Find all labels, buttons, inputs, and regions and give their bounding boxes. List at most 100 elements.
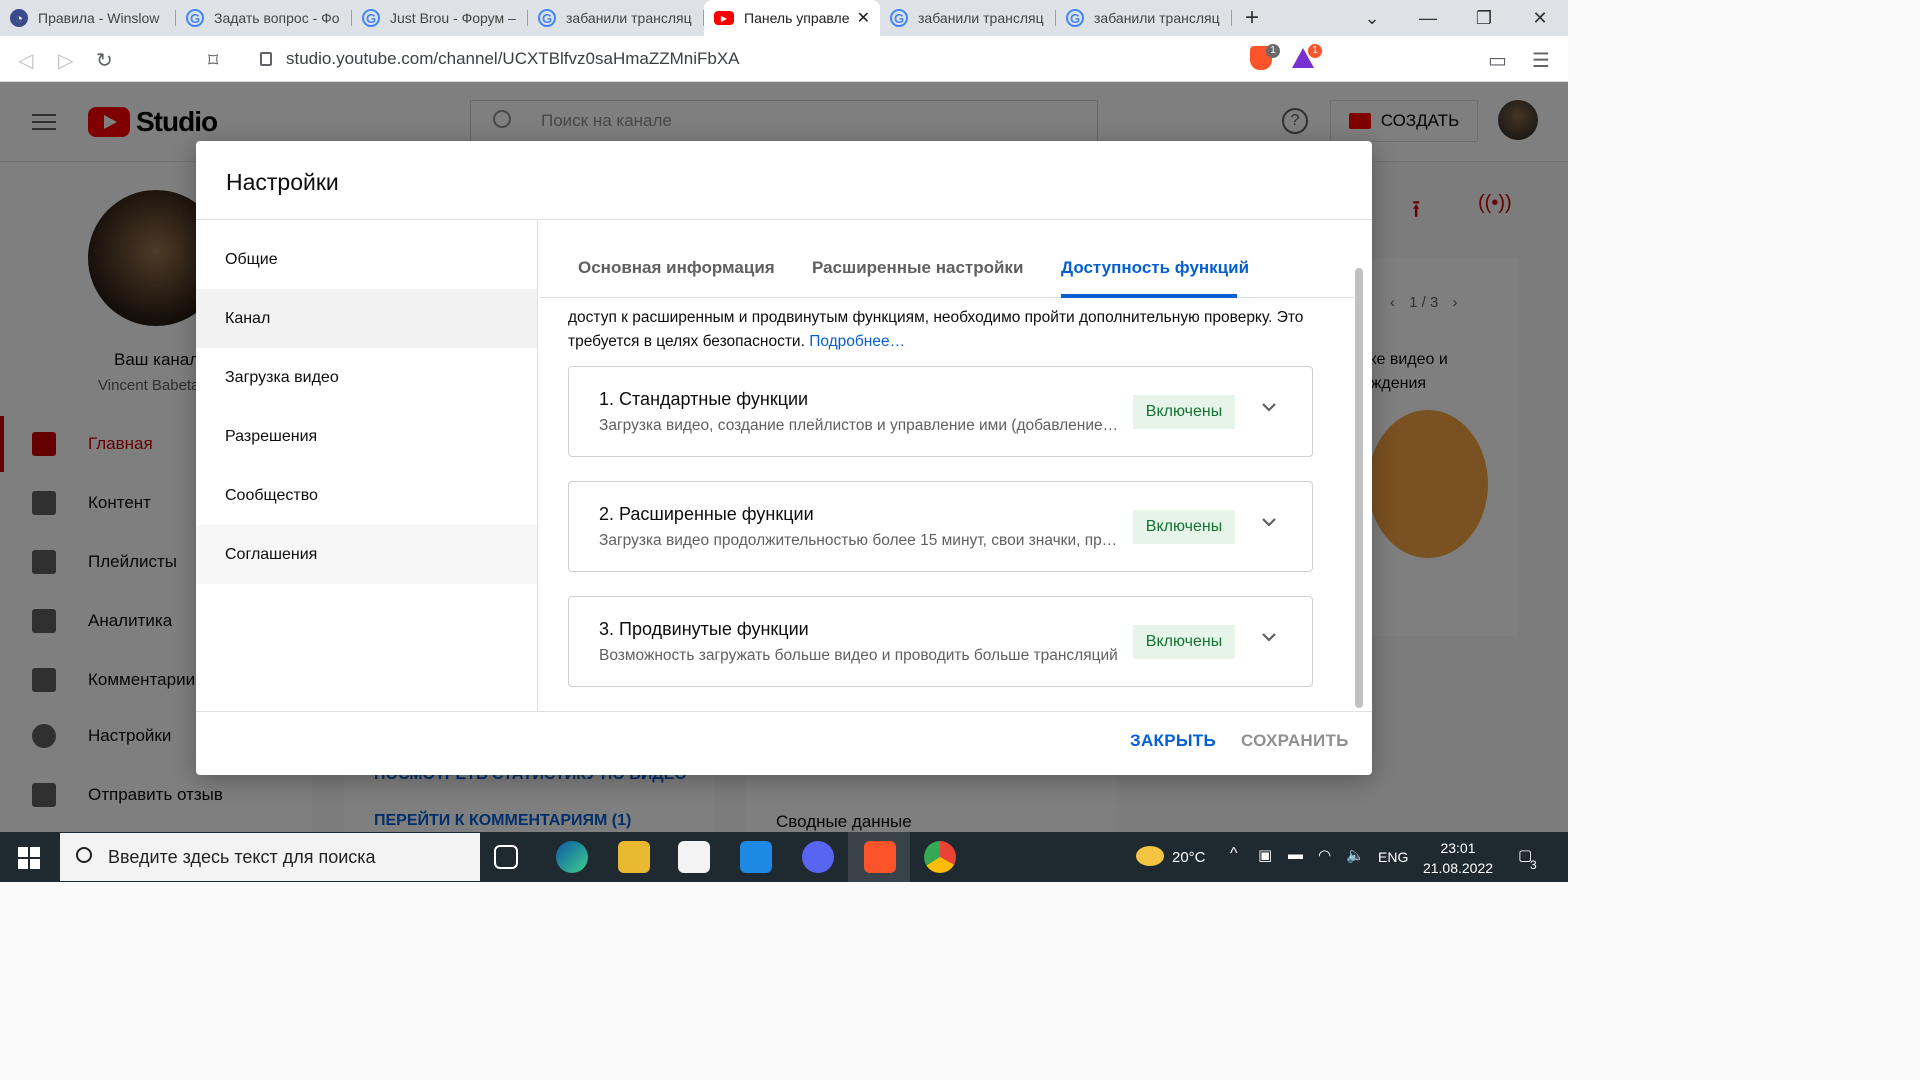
reload-icon[interactable]: ↻ — [96, 48, 113, 73]
divider — [196, 711, 1372, 712]
tray-chevron-icon[interactable]: ^ — [1230, 845, 1238, 863]
settings-nav: Общие Канал Загрузка видео Разрешения Со… — [196, 220, 538, 711]
scrollbar-thumb[interactable] — [1355, 268, 1363, 708]
status-badge: Включены — [1133, 510, 1235, 544]
tab-title: забанили трансляц — [918, 10, 1044, 26]
url-field[interactable]: studio.youtube.com/channel/UCXTBlfvz0saH… — [244, 42, 1240, 76]
nav-item-community[interactable]: Сообщество — [196, 466, 537, 525]
feature-description: Загрузка видео, создание плейлистов и уп… — [599, 417, 1119, 434]
taskbar-search-input[interactable]: Введите здесь текст для поиска — [60, 833, 480, 881]
browser-tab[interactable]: G Just Brou - Форум – — [352, 0, 528, 36]
battery-icon[interactable]: ▬ — [1288, 846, 1303, 863]
nav-item-label: Сообщество — [225, 486, 318, 504]
tab-title: Правила - Winslow — [38, 10, 160, 26]
file-explorer-icon[interactable] — [618, 841, 650, 873]
nav-item-upload-defaults[interactable]: Загрузка видео — [196, 348, 537, 407]
bookmark-icon[interactable]: ⌑ — [208, 48, 218, 73]
nav-item-label: Загрузка видео — [225, 368, 339, 386]
close-button[interactable]: ЗАКРЫТЬ — [1130, 731, 1216, 751]
forward-icon[interactable]: ▷ — [58, 48, 73, 73]
nav-item-general[interactable]: Общие — [196, 230, 537, 289]
taskbar-search-placeholder: Введите здесь текст для поиска — [108, 846, 376, 867]
tab-search-icon[interactable]: ⌄ — [1344, 0, 1400, 36]
feature-card-advanced[interactable]: 3. Продвинутые функции Возможность загру… — [568, 596, 1313, 687]
weather-icon[interactable] — [1136, 846, 1164, 866]
edge-icon[interactable] — [556, 841, 588, 873]
status-badge: Включены — [1133, 395, 1235, 429]
language-indicator[interactable]: ENG — [1378, 849, 1408, 865]
tab-basic-info[interactable]: Основная информация — [578, 258, 775, 278]
active-tab-indicator — [1061, 294, 1237, 298]
youtube-icon: ▶ — [714, 11, 734, 25]
url-text: studio.youtube.com/channel/UCXTBlfvz0saH… — [286, 49, 740, 68]
task-view-icon[interactable] — [494, 845, 518, 869]
mail-icon[interactable] — [740, 841, 772, 873]
brave-shield-badge: 1 — [1266, 44, 1280, 58]
chrome-icon[interactable] — [924, 841, 956, 873]
feature-description: Возможность загружать больше видео и про… — [599, 647, 1118, 664]
browser-tab[interactable]: G забанили трансляц — [880, 0, 1056, 36]
nav-item-label: Разрешения — [225, 427, 318, 445]
settings-dialog: Настройки Общие Канал Загрузка видео Раз… — [196, 141, 1372, 775]
intro-body: доступ к расширенным и продвинутым функц… — [568, 309, 1304, 350]
tab-feature-eligibility[interactable]: Доступность функций — [1061, 258, 1249, 278]
feature-title: 3. Продвинутые функции — [599, 619, 809, 639]
discord-icon[interactable] — [802, 841, 834, 873]
chevron-down-icon[interactable] — [1259, 397, 1279, 417]
chevron-down-icon[interactable] — [1259, 627, 1279, 647]
rewards-badge: 1 — [1308, 44, 1322, 58]
settings-content: Основная информация Расширенные настройк… — [539, 220, 1372, 711]
clock-date: 21.08.2022 — [1422, 860, 1494, 876]
site-icon: ◔ — [10, 9, 28, 27]
google-icon: G — [362, 9, 380, 27]
nav-item-agreements[interactable]: Соглашения — [196, 525, 537, 584]
minimize-button[interactable]: — — [1400, 0, 1456, 36]
tray-app-icon[interactable]: ▣ — [1258, 846, 1272, 864]
browser-tab-active[interactable]: ▶ Панель управле ✕ — [704, 0, 880, 36]
nav-item-permissions[interactable]: Разрешения — [196, 407, 537, 466]
feature-card-standard[interactable]: 1. Стандартные функции Загрузка видео, с… — [568, 366, 1313, 457]
save-button[interactable]: СОХРАНИТЬ — [1241, 731, 1349, 751]
clock[interactable]: 23:01 21.08.2022 — [1408, 838, 1508, 878]
browser-tab[interactable]: G забанили трансляц — [1056, 0, 1232, 36]
tab-title: забанили трансляц — [566, 10, 692, 26]
nav-item-label: Общие — [225, 250, 278, 268]
volume-icon[interactable]: 🔈 — [1346, 846, 1365, 864]
menu-icon[interactable]: ☰ — [1532, 48, 1550, 73]
weather-temperature[interactable]: 20°C — [1172, 849, 1206, 866]
close-window-button[interactable]: ✕ — [1512, 0, 1568, 36]
notifications-count: 3 — [1530, 858, 1537, 872]
status-badge: Включены — [1133, 625, 1235, 659]
nav-item-channel[interactable]: Канал — [196, 289, 537, 348]
restore-button[interactable]: ❐ — [1456, 0, 1512, 36]
wifi-icon[interactable]: ◠ — [1318, 846, 1331, 864]
new-tab-button[interactable]: + — [1232, 0, 1272, 36]
brave-icon[interactable] — [864, 841, 896, 873]
back-icon[interactable]: ◁ — [18, 48, 33, 73]
nav-item-label: Соглашения — [225, 545, 318, 563]
tab-advanced-settings[interactable]: Расширенные настройки — [812, 258, 1023, 278]
tab-title: Панель управле — [744, 10, 850, 26]
dialog-title: Настройки — [226, 169, 339, 195]
feature-title: 2. Расширенные функции — [599, 504, 814, 524]
chevron-down-icon[interactable] — [1259, 512, 1279, 532]
feature-card-intermediate[interactable]: 2. Расширенные функции Загрузка видео пр… — [568, 481, 1313, 572]
microsoft-store-icon[interactable] — [678, 841, 710, 873]
nav-item-label: Канал — [225, 309, 271, 327]
feature-description: Загрузка видео продолжительностью более … — [599, 532, 1119, 549]
windows-start-icon[interactable] — [18, 847, 40, 869]
wallet-icon[interactable]: ▭ — [1488, 48, 1507, 73]
feature-title: 1. Стандартные функции — [599, 389, 809, 409]
google-icon: G — [1066, 9, 1084, 27]
google-icon: G — [538, 9, 556, 27]
browser-tab[interactable]: G забанили трансляц — [528, 0, 704, 36]
learn-more-link[interactable]: Подробнее… — [809, 333, 905, 350]
intro-text: доступ к расширенным и продвинутым функц… — [568, 306, 1328, 354]
tab-title: Just Brou - Форум – — [390, 10, 516, 26]
tab-title: Задать вопрос - Фо — [214, 10, 340, 26]
browser-tab[interactable]: ◔ Правила - Winslow — [0, 0, 176, 36]
close-tab-icon[interactable]: ✕ — [857, 8, 870, 28]
address-bar: ◁ ▷ ↻ ⌑ studio.youtube.com/channel/UCXTB… — [0, 36, 1568, 82]
browser-tab[interactable]: G Задать вопрос - Фо — [176, 0, 352, 36]
search-icon — [76, 847, 92, 863]
